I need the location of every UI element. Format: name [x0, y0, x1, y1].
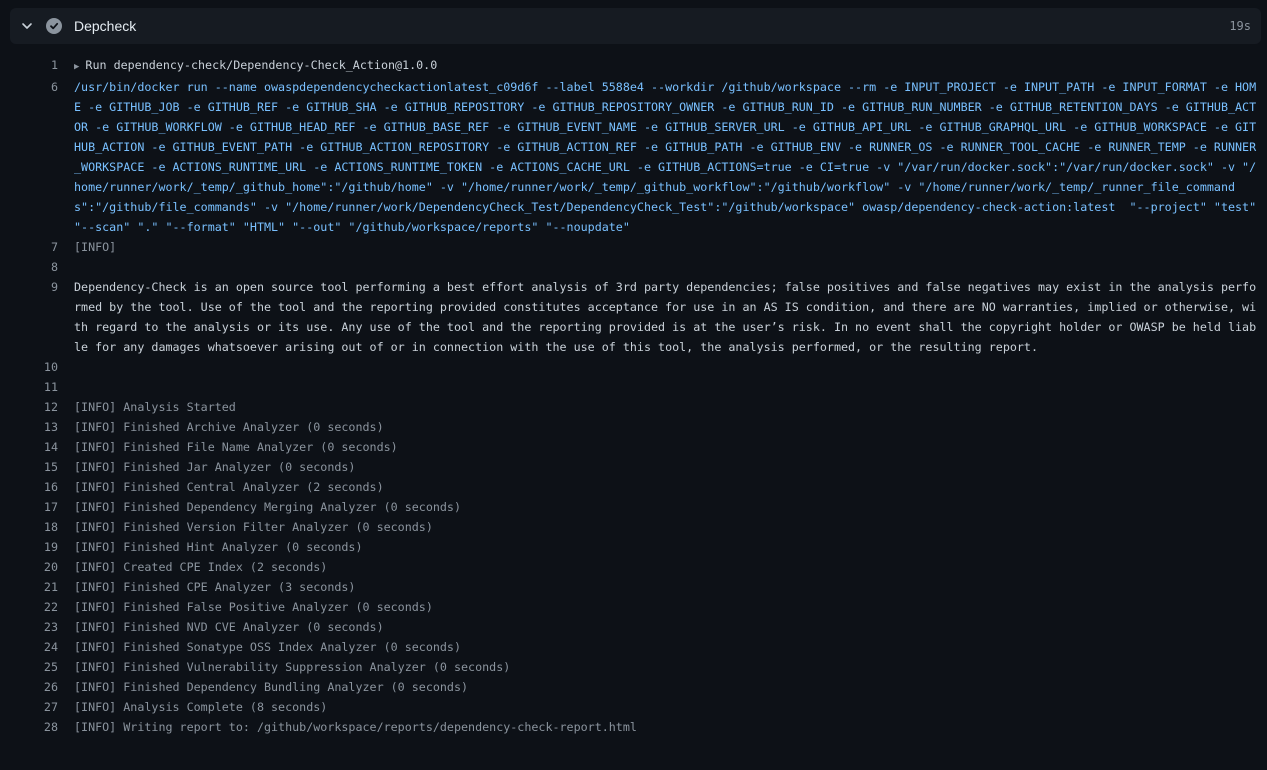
line-number[interactable]: 21: [0, 577, 58, 597]
log-line: 8: [0, 257, 1267, 277]
line-number[interactable]: 11: [0, 377, 58, 397]
step-duration: 19s: [1229, 19, 1251, 33]
log-line: 18 [INFO] Finished Version Filter Analyze…: [0, 517, 1267, 537]
line-number[interactable]: 12: [0, 397, 58, 417]
line-number[interactable]: 1: [0, 55, 58, 77]
log-line: 22 [INFO] Finished False Positive Analyze…: [0, 597, 1267, 617]
line-number[interactable]: 27: [0, 697, 58, 717]
log-line: 10: [0, 357, 1267, 377]
log-line: 7 [INFO]: [0, 237, 1267, 257]
line-number[interactable]: 20: [0, 557, 58, 577]
step-header[interactable]: Depcheck 19s: [10, 8, 1261, 44]
chevron-down-icon[interactable]: [21, 20, 33, 32]
group-label: Run dependency-check/Dependency-Check_Ac…: [85, 58, 438, 72]
log-text: Dependency-Check is an open source tool …: [74, 280, 1257, 354]
line-number[interactable]: 17: [0, 497, 58, 517]
log-text: [INFO] Finished CPE Analyzer (3 seconds): [74, 580, 356, 594]
log-text: [INFO] Writing report to: /github/worksp…: [74, 720, 637, 734]
log-text: [INFO] Finished Dependency Bundling Anal…: [74, 680, 469, 694]
log-line: 9 Dependency-Check is an open source tool…: [0, 277, 1267, 357]
line-number[interactable]: 23: [0, 617, 58, 637]
log-line: 26 [INFO] Finished Dependency Bundling An…: [0, 677, 1267, 697]
log-text: [INFO] Finished Archive Analyzer (0 seco…: [74, 420, 384, 434]
line-number[interactable]: 9: [0, 277, 58, 357]
log-line: 24 [INFO] Finished Sonatype OSS Index Ana…: [0, 637, 1267, 657]
log-text: /usr/bin/docker run --name owaspdependen…: [74, 80, 1264, 234]
log-text: [INFO] Analysis Started: [74, 400, 236, 414]
line-number[interactable]: 22: [0, 597, 58, 617]
log-text: [INFO] Finished File Name Analyzer (0 se…: [74, 440, 398, 454]
step-title: Depcheck: [74, 18, 137, 34]
log-line: 11: [0, 377, 1267, 397]
log-text: [INFO] Finished False Positive Analyzer …: [74, 600, 433, 614]
log-line: 17 [INFO] Finished Dependency Merging Ana…: [0, 497, 1267, 517]
log-line: 25 [INFO] Finished Vulnerability Suppress…: [0, 657, 1267, 677]
line-number[interactable]: 8: [0, 257, 58, 277]
line-number[interactable]: 15: [0, 457, 58, 477]
line-number[interactable]: 16: [0, 477, 58, 497]
log-line: 21 [INFO] Finished CPE Analyzer (3 second…: [0, 577, 1267, 597]
line-number[interactable]: 13: [0, 417, 58, 437]
log-text: [INFO] Finished Central Analyzer (2 seco…: [74, 480, 384, 494]
triangle-right-icon[interactable]: ▶: [74, 62, 79, 72]
line-number[interactable]: 18: [0, 517, 58, 537]
log-text: [INFO] Finished Jar Analyzer (0 seconds): [74, 460, 356, 474]
line-number[interactable]: 26: [0, 677, 58, 697]
check-circle-icon: [46, 18, 62, 34]
line-number[interactable]: 14: [0, 437, 58, 457]
log-line: 19 [INFO] Finished Hint Analyzer (0 secon…: [0, 537, 1267, 557]
log-text: [INFO] Created CPE Index (2 seconds): [74, 560, 328, 574]
line-number[interactable]: 6: [0, 77, 58, 237]
line-number[interactable]: 10: [0, 357, 58, 377]
log-text: [INFO] Analysis Complete (8 seconds): [74, 700, 328, 714]
log-text: [INFO] Finished Version Filter Analyzer …: [74, 520, 433, 534]
line-number[interactable]: 28: [0, 717, 58, 737]
log-line: 13 [INFO] Finished Archive Analyzer (0 se…: [0, 417, 1267, 437]
line-number[interactable]: 19: [0, 537, 58, 557]
line-number[interactable]: 24: [0, 637, 58, 657]
log-line: 16 [INFO] Finished Central Analyzer (2 se…: [0, 477, 1267, 497]
log-line: 23 [INFO] Finished NVD CVE Analyzer (0 se…: [0, 617, 1267, 637]
log-line: 27 [INFO] Analysis Complete (8 seconds): [0, 697, 1267, 717]
log-line: 15 [INFO] Finished Jar Analyzer (0 second…: [0, 457, 1267, 477]
log-text: [INFO] Finished Vulnerability Suppressio…: [74, 660, 511, 674]
log-output: 1 ▶ Run dependency-check/Dependency-Check_…: [0, 55, 1267, 737]
log-line: 12 [INFO] Analysis Started: [0, 397, 1267, 417]
log-text: [INFO] Finished Hint Analyzer (0 seconds…: [74, 540, 363, 554]
log-text: [INFO] Finished Dependency Merging Analy…: [74, 500, 462, 514]
line-number[interactable]: 7: [0, 237, 58, 257]
log-line: 20 [INFO] Created CPE Index (2 seconds): [0, 557, 1267, 577]
log-line: 14 [INFO] Finished File Name Analyzer (0 …: [0, 437, 1267, 457]
log-line[interactable]: 1 ▶ Run dependency-check/Dependency-Check_…: [0, 55, 1267, 77]
line-number[interactable]: 25: [0, 657, 58, 677]
log-text: [INFO]: [74, 240, 117, 254]
log-line: 28 [INFO] Writing report to: /github/work…: [0, 717, 1267, 737]
log-text: [INFO] Finished NVD CVE Analyzer (0 seco…: [74, 620, 384, 634]
log-text: [INFO] Finished Sonatype OSS Index Analy…: [74, 640, 462, 654]
group-toggle: ▶ Run dependency-check/Dependency-Check_A…: [74, 55, 1261, 77]
log-line: 6/usr/bin/docker run --name owaspdepende…: [0, 77, 1267, 237]
